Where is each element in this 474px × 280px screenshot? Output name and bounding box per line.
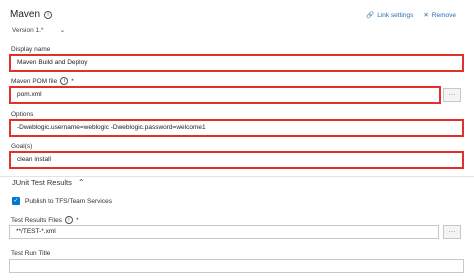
run-title-label: Test Run Title [11, 250, 51, 257]
pom-file-input[interactable]: pom.xml [9, 86, 441, 104]
junit-section-header[interactable]: JUnit Test Results ⌃ [12, 178, 85, 187]
display-name-label: Display name [11, 46, 51, 53]
version-label: Version 1.* [12, 26, 44, 34]
pom-file-browse-button[interactable]: ··· [443, 88, 461, 102]
section-divider [0, 176, 474, 177]
task-title-text: Maven [10, 9, 41, 20]
results-files-label-row: Test Results Files i * [11, 216, 78, 224]
results-files-label: Test Results Files [11, 216, 62, 224]
required-marker: * [71, 77, 74, 85]
run-title-input[interactable] [9, 259, 464, 273]
goals-label: Goal(s) [11, 143, 33, 150]
info-icon[interactable]: i [64, 216, 73, 224]
task-title: Maven i [10, 9, 53, 20]
options-input[interactable]: -Dweblogic.username=weblogic -Dweblogic.… [9, 119, 464, 137]
checkbox-checked-icon[interactable]: ✓ [12, 197, 20, 205]
junit-section-title: JUnit Test Results [12, 178, 72, 187]
link-settings-button[interactable]: 🔗 Link settings [366, 11, 414, 20]
ellipsis-icon: ··· [448, 228, 456, 235]
pom-file-label: Maven POM file [11, 77, 58, 85]
results-files-browse-button[interactable]: ··· [443, 225, 461, 239]
link-icon: 🔗 [366, 12, 375, 19]
options-label: Options [11, 111, 34, 118]
task-actions: 🔗 Link settings ✕ Remove [366, 11, 456, 20]
pom-file-label-row: Maven POM file i * [11, 77, 74, 85]
required-marker: * [75, 216, 79, 224]
close-icon: ✕ [423, 12, 429, 19]
info-icon[interactable]: i [60, 77, 69, 85]
results-files-input[interactable]: **/TEST-*.xml [9, 225, 439, 239]
publish-checkbox-row[interactable]: ✓ Publish to TFS/Team Services [12, 197, 112, 205]
display-name-input[interactable]: Maven Build and Deploy [9, 54, 464, 72]
ellipsis-icon: ··· [448, 91, 456, 98]
remove-button[interactable]: ✕ Remove [423, 11, 456, 20]
chevron-down-icon[interactable]: ⌄ [59, 26, 65, 34]
link-settings-label: Link settings [377, 11, 414, 19]
info-icon[interactable]: i [44, 10, 53, 19]
remove-label: Remove [431, 11, 456, 19]
chevron-up-icon: ⌃ [77, 178, 85, 187]
publish-label: Publish to TFS/Team Services [25, 197, 112, 205]
goals-input[interactable]: clean install [9, 151, 464, 169]
version-selector[interactable]: Version 1.* ⌄ [12, 26, 65, 35]
